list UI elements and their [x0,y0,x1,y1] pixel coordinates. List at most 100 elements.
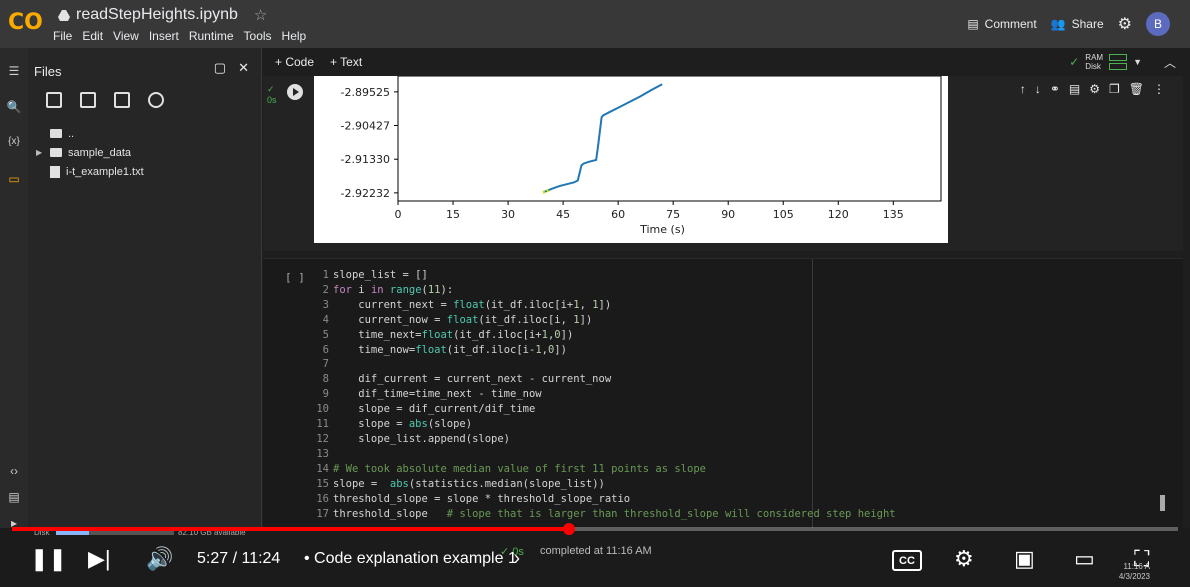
notebook-main: + Code + Text ✓ RAM Disk ▼ ︿ ✓ 0s ↑ ↓ ⚭ ▤… [263,48,1190,529]
gear-icon[interactable]: ⚙ [1089,82,1100,96]
settings-icon[interactable]: ⚙ [954,546,974,572]
chevron-right-icon[interactable]: ▶ [36,148,44,157]
logo-text: CO [8,10,43,35]
more-icon[interactable]: ⋮ [1153,82,1165,96]
output-cell: ✓ 0s ↑ ↓ ⚭ ▤ ⚙ ❐ 🗑 ⋮ 0 15 30 45 60 75 90 105 120 1… [263,75,1183,251]
share-button[interactable]: 👥 Share [1051,17,1104,31]
menu-tools[interactable]: Tools [244,29,272,43]
cell-toolbar: ↑ ↓ ⚭ ▤ ⚙ ❐ 🗑 ⋮ [1020,82,1165,96]
resources-indicator[interactable]: ✓ RAM Disk ▼ [1069,52,1142,72]
y-tick-label: -2.92232 [341,187,390,200]
volume-icon[interactable]: 🔊 [146,546,173,572]
code-line: 10 slope = dif_current/dif_time [316,403,536,416]
gear-icon[interactable]: ⚙ [1118,14,1132,34]
comment-icon[interactable]: ▤ [1069,82,1080,96]
file-row-sample-data[interactable]: ▶ sample_data [36,143,144,162]
toc-icon[interactable]: ☰ [6,64,22,80]
x-tick-label: 75 [666,208,680,221]
refresh-icon[interactable] [80,92,96,108]
command-palette-icon[interactable]: ▤ [6,490,22,506]
code-line: 2 for i in range(11): [322,283,454,296]
add-code-button[interactable]: + Code [275,55,314,69]
add-text-button[interactable]: + Text [330,55,362,69]
folder-icon [50,148,62,157]
notebook-title[interactable]: readStepHeights.ipynb [76,6,238,24]
x-tick-label: 60 [611,208,625,221]
x-tick-label: 45 [556,208,570,221]
scrollbar[interactable] [1160,495,1165,511]
code-line: 14 # We took absolute median value of fir… [316,462,706,475]
hide-files-icon[interactable] [148,92,164,108]
menu-insert[interactable]: Insert [149,29,179,43]
files-title: Files [34,64,62,79]
mirror-icon[interactable]: ❐ [1109,82,1120,96]
collapse-icon[interactable]: ︿ [1164,54,1176,71]
cc-button[interactable]: CC [892,550,922,571]
star-icon[interactable]: ☆ [254,6,267,24]
disk-label: Disk [1085,62,1101,71]
miniplayer-icon[interactable]: ▣ [1014,546,1035,572]
move-down-icon[interactable]: ↓ [1035,82,1041,96]
file-row-parent[interactable]: .. [36,124,144,143]
file-row-example[interactable]: i-t_example1.txt [36,162,144,181]
code-editor[interactable]: 1 slope_list = [] 2 for i in range(11): 3 cu… [309,268,896,521]
chevron-right-icon[interactable]: › [514,548,520,569]
colab-logo[interactable]: CO [8,10,44,35]
theater-icon[interactable]: ▭ [1074,546,1095,572]
x-tick-label: 30 [501,208,515,221]
code-line: 16 threshold_slope = slope * threshold_sl… [316,492,631,505]
delete-icon[interactable]: 🗑 [1129,82,1144,96]
files-header-icons: ▢ ✕ [214,60,249,76]
comment-label: Comment [984,17,1037,31]
pause-icon[interactable]: ❚❚ [30,546,67,572]
code-line: 12 slope_list.append(slope) [316,432,511,445]
code-line: 15 slope = abs(statistics.median(slope_li… [316,477,605,490]
code-line: 6 time_now=float(it_df.iloc[i-1,0]) [322,343,567,356]
check-icon: ✓ [1069,55,1080,69]
search-icon[interactable]: 🔍 [6,100,22,116]
next-icon[interactable]: ▶| [88,546,111,572]
chart: 0 15 30 45 60 75 90 105 120 135 -2.89525 -2.90427 -2… [314,75,948,243]
variables-icon[interactable]: {x} [6,136,22,152]
code-cell[interactable]: [ ] 1 slope_list = [] 2 for i in range(11):… [263,258,1183,529]
menu-bar: File Edit View Insert Runtime Tools Help [53,29,306,43]
x-axis-label: Time (s) [639,223,685,236]
header: CO readStepHeights.ipynb ☆ File Edit Vie… [0,0,1190,48]
code-line: 1 slope_list = [] [322,269,428,281]
folder-icon[interactable]: ▭ [6,172,22,188]
cell-exec-brackets[interactable]: [ ] [285,271,305,284]
file-icon [50,165,60,178]
close-icon[interactable]: ✕ [238,60,249,76]
video-progress-bar[interactable] [12,527,1178,531]
code-snippets-icon[interactable]: ‹› [6,464,22,480]
move-up-icon[interactable]: ↑ [1020,82,1026,96]
x-tick-label: 0 [395,208,402,221]
code-line: 13 [316,447,329,460]
drive-icon [58,9,70,21]
menu-help[interactable]: Help [282,29,307,43]
ram-label: RAM [1085,53,1104,62]
share-label: Share [1071,17,1104,31]
code-line: 11 slope = abs(slope) [316,418,473,431]
chart-svg: 0 15 30 45 60 75 90 105 120 135 -2.89525 -2.90427 -2… [341,75,942,236]
code-line: 17 threshold_slope # slope that is larger… [316,507,896,520]
chevron-down-icon[interactable]: ▼ [1133,57,1142,67]
x-tick-label: 105 [773,208,794,221]
menu-edit[interactable]: Edit [82,29,103,43]
menu-runtime[interactable]: Runtime [189,29,234,43]
avatar[interactable]: B [1146,12,1170,36]
code-line: 4 current_now = float(it_df.iloc[i, 1]) [322,313,593,326]
title-row: readStepHeights.ipynb ☆ [58,6,267,24]
mount-drive-icon[interactable] [114,92,130,108]
comment-button[interactable]: ▤ Comment [967,17,1036,31]
link-icon[interactable]: ⚭ [1050,82,1060,96]
file-name: sample_data [68,146,131,159]
open-in-new-icon[interactable]: ▢ [214,60,226,76]
file-list: .. ▶ sample_data i-t_example1.txt [36,124,144,181]
menu-file[interactable]: File [53,29,72,43]
chapter-title[interactable]: • Code explanation example 1 [304,550,517,568]
menu-view[interactable]: View [113,29,139,43]
upload-file-icon[interactable] [46,92,62,108]
run-button[interactable] [287,84,303,100]
notebook-toolbar: + Code + Text [263,48,1190,76]
